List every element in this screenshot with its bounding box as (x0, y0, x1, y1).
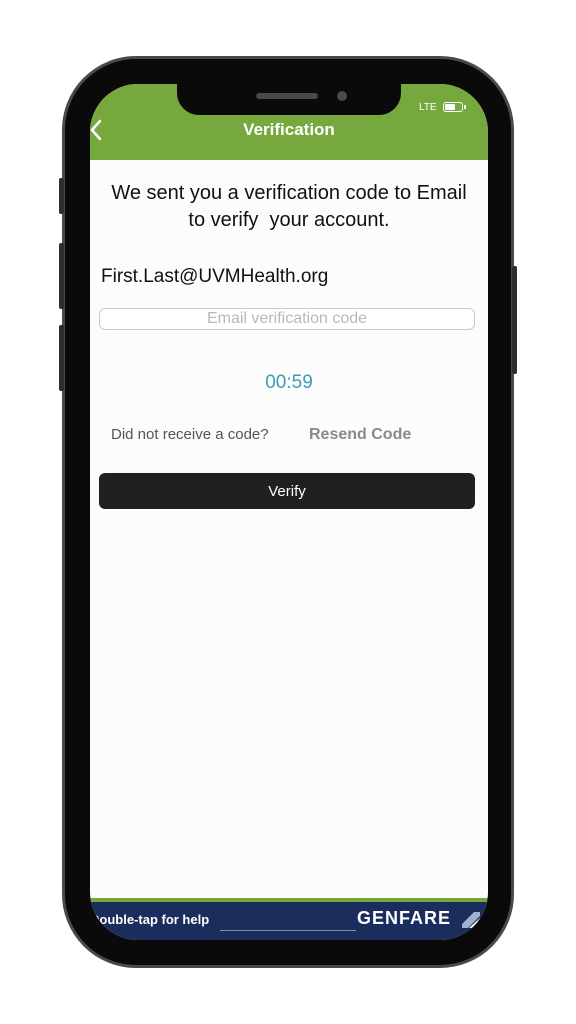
phone-volume-up-button (59, 243, 64, 309)
no-code-label: Did not receive a code? (111, 426, 269, 443)
phone-power-button (512, 266, 517, 374)
network-indicator: LTE (419, 102, 437, 113)
email-address: First.Last@UVMHealth.org (101, 266, 329, 287)
help-hint-text: Double-tap for help (90, 912, 210, 927)
battery-tip (464, 105, 466, 109)
genfare-logo-text: GENFARE (357, 908, 452, 928)
page-title: Verification (243, 120, 335, 139)
resend-code-link[interactable]: Resend Code (309, 426, 411, 444)
home-indicator (220, 930, 356, 931)
app-screen: Verification LTE We sent you a verificat… (90, 84, 488, 940)
phone-volume-down-button (59, 325, 64, 391)
accessibility-help-bar: Double-tap for help GENFARE (90, 898, 488, 940)
battery-level (445, 104, 455, 110)
countdown-timer: 00:59 (265, 372, 313, 393)
verification-code-input[interactable] (99, 308, 475, 330)
front-camera (337, 91, 347, 101)
verify-button[interactable]: Verify (99, 473, 475, 509)
phone-notch (177, 84, 401, 115)
genfare-logo-icon (462, 912, 480, 928)
verification-message: We sent you a verification code to Email… (111, 182, 467, 231)
battery-icon (443, 102, 463, 112)
phone-mute-switch (59, 178, 64, 214)
speaker-grille (256, 93, 318, 99)
